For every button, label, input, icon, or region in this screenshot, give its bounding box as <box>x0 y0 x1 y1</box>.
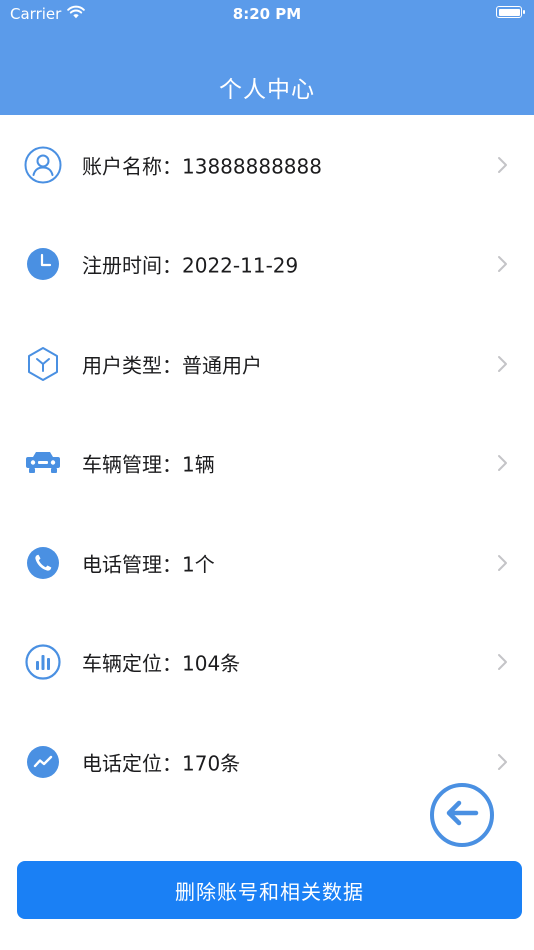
bar-chart-icon <box>24 643 62 681</box>
list-item-value: 170条 <box>182 751 241 776</box>
list-item-value: 2022-11-29 <box>182 253 299 278</box>
list-item-vehicle-management[interactable]: 车辆管理：1辆 <box>0 414 534 514</box>
list-item-text: 电话管理：1个 <box>82 548 215 577</box>
list-item-value: 13888888888 <box>182 154 322 179</box>
chevron-right-icon <box>496 255 508 273</box>
battery-level <box>498 8 520 16</box>
header: Carrier 8:20 PM 个人中心 <box>0 0 534 115</box>
list-item-account-name[interactable]: 账户名称：13888888888 <box>0 115 534 215</box>
chevron-right-icon <box>496 454 508 472</box>
cube-icon <box>24 345 62 383</box>
car-icon <box>24 444 62 482</box>
page-title: 个人中心 <box>219 77 315 103</box>
profile-list: 账户名称：13888888888 注册时间：2022-11-29 用户类型：普通… <box>0 115 534 812</box>
clock-icon <box>24 245 62 283</box>
list-item-label: 用户类型： <box>82 353 182 378</box>
list-item-text: 电话定位：170条 <box>82 747 240 776</box>
user-icon <box>24 146 62 184</box>
list-item-phone-management[interactable]: 电话管理：1个 <box>0 513 534 613</box>
chevron-right-icon <box>496 653 508 671</box>
list-item-value: 普通用户 <box>182 353 262 378</box>
list-item-vehicle-location[interactable]: 车辆定位：104条 <box>0 613 534 713</box>
arrow-left-icon <box>445 800 479 830</box>
status-bar: Carrier 8:20 PM <box>0 0 534 30</box>
delete-account-button[interactable]: 删除账号和相关数据 <box>17 861 522 919</box>
list-item-user-type[interactable]: 用户类型：普通用户 <box>0 314 534 414</box>
list-item-value: 1个 <box>182 552 215 577</box>
chevron-right-icon <box>496 753 508 771</box>
status-time: 8:20 PM <box>232 5 302 23</box>
list-item-text: 账户名称：13888888888 <box>82 150 322 179</box>
list-item-text: 注册时间：2022-11-29 <box>82 250 298 279</box>
chevron-right-icon <box>496 554 508 572</box>
list-item-text: 车辆管理：1辆 <box>82 449 215 478</box>
list-item-text: 车辆定位：104条 <box>82 648 240 677</box>
battery-icon <box>496 6 525 18</box>
list-item-value: 104条 <box>182 651 241 676</box>
trend-icon <box>24 743 62 781</box>
phone-icon <box>24 544 62 582</box>
list-item-value: 1辆 <box>182 452 215 477</box>
chevron-right-icon <box>496 355 508 373</box>
chevron-right-icon <box>496 156 508 174</box>
list-item-label: 注册时间： <box>82 253 182 278</box>
list-item-label: 车辆管理： <box>82 452 182 477</box>
list-item-label: 账户名称： <box>82 154 182 179</box>
list-item-label: 电话定位： <box>82 751 182 776</box>
back-button[interactable] <box>430 783 494 847</box>
list-item-label: 电话管理： <box>82 552 182 577</box>
list-item-register-time[interactable]: 注册时间：2022-11-29 <box>0 215 534 315</box>
list-item-label: 车辆定位： <box>82 651 182 676</box>
list-item-text: 用户类型：普通用户 <box>82 349 262 378</box>
